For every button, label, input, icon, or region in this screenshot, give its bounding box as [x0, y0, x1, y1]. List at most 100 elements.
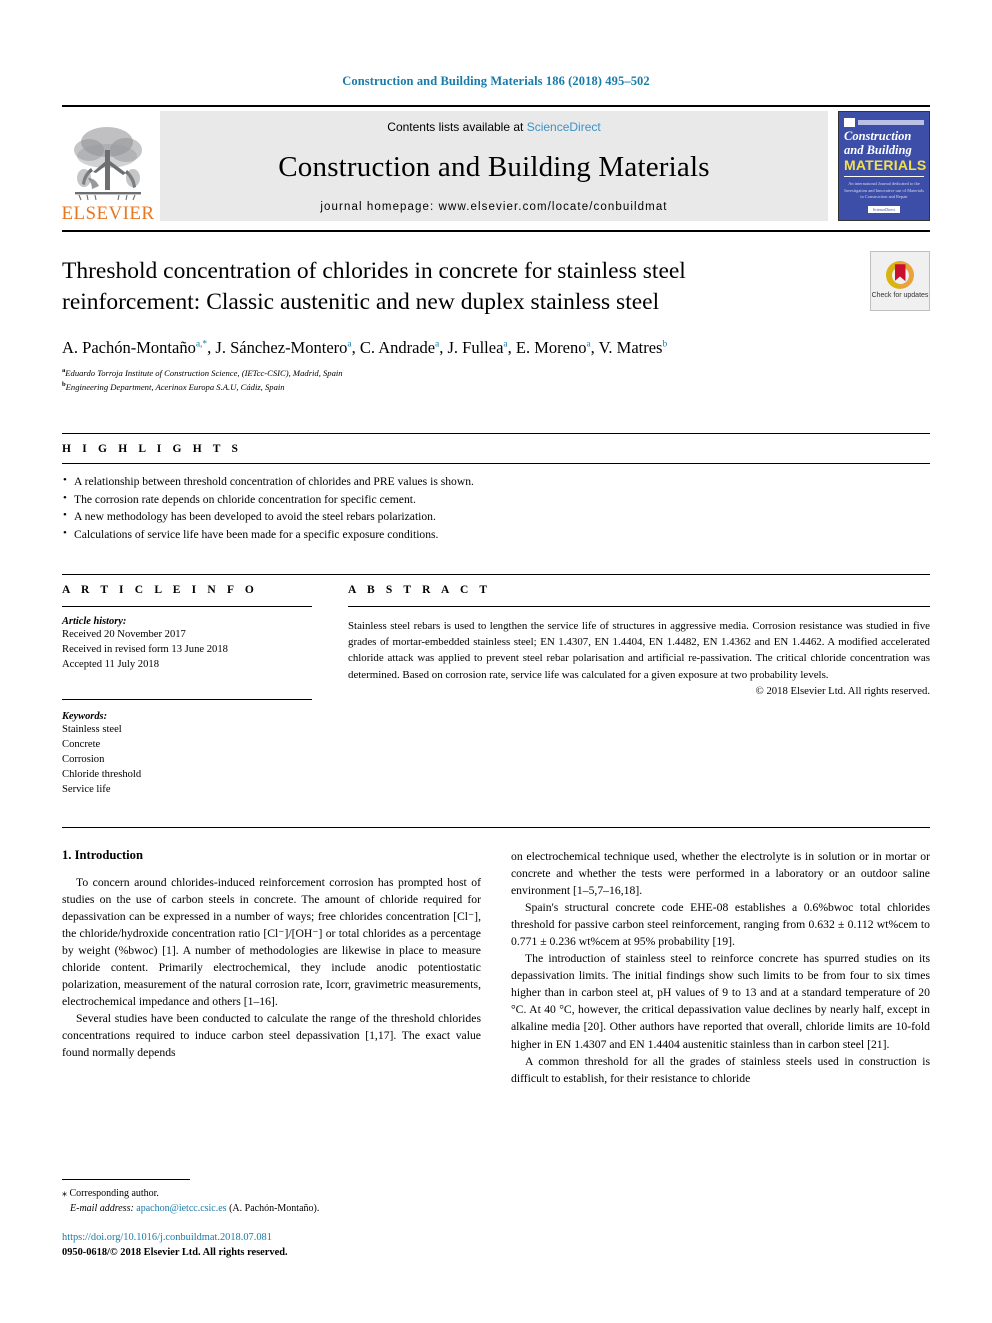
- author-item: A. Pachón-Montañoa,*: [62, 338, 207, 357]
- abstract-text: Stainless steel rebars is used to length…: [348, 620, 930, 681]
- elsevier-tree-icon: [74, 127, 142, 201]
- cover-blurb: An international Journal dedicated to th…: [844, 181, 924, 200]
- crossmark-flag-icon: [894, 264, 906, 282]
- journal-masthead: ELSEVIER Contents lists available at Sci…: [62, 105, 930, 225]
- footnote-divider: [62, 1178, 190, 1180]
- info-abstract-section: A R T I C L E I N F O Article history: R…: [62, 574, 930, 796]
- paragraph: Spain's structural concrete code EHE-08 …: [511, 900, 930, 949]
- author-item: E. Morenoa: [516, 338, 591, 357]
- author-item: J. Fulleaa: [447, 338, 507, 357]
- highlights-label: H I G H L I G H T S: [62, 442, 243, 455]
- title-area: Threshold concentration of chlorides in …: [62, 230, 930, 394]
- affiliation-text: Engineering Department, Acerinox Europa …: [65, 382, 285, 393]
- cover-footer: ScienceDirect: [839, 204, 929, 213]
- author-marks: a,*: [195, 339, 208, 350]
- journal-title: Construction and Building Materials: [278, 151, 710, 183]
- author-marks: a: [347, 339, 352, 350]
- list-item: Concrete: [62, 738, 101, 750]
- affiliation-item: bEngineering Department, Acerinox Europa…: [62, 380, 930, 394]
- list-item: Stainless steel: [62, 723, 122, 735]
- keywords-title: Keywords:: [62, 710, 108, 722]
- journal-cover-thumbnail: Construction and Building MATERIALS An i…: [838, 111, 930, 221]
- email-note: E-mail address: apachon@ietcc.csic.es (A…: [62, 1201, 472, 1216]
- affiliation-item: aEduardo Torroja Institute of Constructi…: [62, 366, 930, 380]
- page-title: Threshold concentration of chlorides in …: [62, 258, 686, 316]
- keywords-list: Stainless steel Concrete Corrosion Chlor…: [62, 722, 312, 797]
- abstract-label: A B S T R A C T: [348, 584, 492, 597]
- issn-copyright-line: 0950-0618/© 2018 Elsevier Ltd. All right…: [62, 1247, 288, 1259]
- email-suffix: (A. Pachón-Montaño).: [226, 1202, 320, 1214]
- page-footnote: ⁎ Corresponding author. E-mail address: …: [62, 1178, 472, 1261]
- list-item: Chloride threshold: [62, 768, 142, 780]
- list-item: A new methodology has been developed to …: [62, 507, 930, 526]
- author-name: J. Sánchez-Montero: [215, 338, 348, 358]
- list-item: A relationship between threshold concent…: [62, 472, 930, 491]
- article-info-divider: [62, 606, 312, 608]
- body-column-left: 1. Introduction To concern around chlori…: [62, 848, 481, 1087]
- author-name: J. Fullea: [447, 338, 504, 358]
- paragraph: Several studies have been conducted to c…: [62, 1012, 481, 1060]
- contents-available-line: Contents lists available at ScienceDirec…: [387, 120, 600, 134]
- author-item: V. Matresb: [599, 338, 668, 357]
- corresponding-author-note: ⁎ Corresponding author.: [62, 1187, 159, 1199]
- elsevier-logo: ELSEVIER: [62, 107, 154, 225]
- author-marks: a: [435, 339, 440, 350]
- list-item: Accepted 11 July 2018: [62, 659, 159, 671]
- email-link[interactable]: apachon@ietcc.csic.es: [136, 1203, 226, 1214]
- author-item: J. Sánchez-Monteroa: [215, 338, 351, 357]
- crossmark-ring-icon: [886, 261, 914, 290]
- journal-banner: Contents lists available at ScienceDirec…: [160, 111, 828, 221]
- paragraph: The introduction of stainless steel to r…: [511, 952, 930, 1051]
- list-item: The corrosion rate depends on chloride c…: [62, 490, 930, 509]
- list-item: Calculations of service life have been m…: [62, 525, 930, 544]
- list-item: Service life: [62, 783, 111, 795]
- running-head: Construction and Building Materials 186 …: [342, 74, 650, 88]
- cover-line-1: Construction: [844, 129, 912, 143]
- cover-footer-mark: ScienceDirect: [867, 206, 901, 213]
- author-marks: a: [503, 339, 508, 350]
- cover-bar: [858, 119, 924, 125]
- crossmark-badge[interactable]: Check for updates: [870, 251, 930, 311]
- list-item: Received 20 November 2017: [62, 629, 186, 641]
- cover-divider: [844, 176, 924, 178]
- author-item: C. Andradea: [360, 338, 439, 357]
- abstract-column: A B S T R A C T Stainless steel rebars i…: [348, 584, 930, 796]
- paragraph: on electrochemical technique used, wheth…: [511, 849, 930, 897]
- paper-page: Construction and Building Materials 186 …: [0, 0, 992, 1323]
- elsevier-wordmark: ELSEVIER: [61, 203, 155, 224]
- article-info-column: A R T I C L E I N F O Article history: R…: [62, 584, 312, 796]
- author-marks: a: [586, 339, 591, 350]
- email-label: E-mail address:: [70, 1202, 134, 1214]
- article-info-label: A R T I C L E I N F O: [62, 584, 258, 597]
- author-list: A. Pachón-Montañoa,*, J. Sánchez-Montero…: [62, 338, 668, 358]
- author-name: V. Matres: [598, 338, 663, 358]
- keywords-block: Keywords: Stainless steel Concrete Corro…: [62, 698, 312, 797]
- article-history-list: Received 20 November 2017 Received in re…: [62, 627, 312, 672]
- body-column-right: on electrochemical technique used, wheth…: [511, 848, 930, 1087]
- crossmark-label: Check for updates: [871, 292, 929, 300]
- journal-homepage-line[interactable]: journal homepage: www.elsevier.com/locat…: [320, 201, 667, 213]
- author-name: C. Andrade: [359, 338, 436, 358]
- abstract-divider: [348, 606, 930, 608]
- body-section: 1. Introduction To concern around chlori…: [62, 826, 930, 1087]
- section-heading-introduction: 1. Introduction: [62, 847, 143, 862]
- highlights-section: H I G H L I G H T S A relationship betwe…: [62, 432, 930, 544]
- cover-line-2: and Building: [844, 143, 912, 157]
- abstract-copyright: © 2018 Elsevier Ltd. All rights reserved…: [755, 684, 930, 697]
- affiliation-list: aEduardo Torroja Institute of Constructi…: [62, 366, 930, 394]
- sciencedirect-link[interactable]: ScienceDirect: [527, 120, 601, 134]
- contents-prefix: Contents lists available at: [387, 120, 527, 134]
- doi-link[interactable]: https://doi.org/10.1016/j.conbuildmat.20…: [62, 1230, 472, 1246]
- author-name: E. Moreno: [515, 338, 587, 358]
- cover-logo-square: [844, 117, 855, 127]
- cover-topbar: [844, 117, 924, 127]
- affiliation-text: Eduardo Torroja Institute of Constructio…: [65, 368, 343, 379]
- list-item: Corrosion: [62, 753, 105, 765]
- author-marks: b: [662, 339, 668, 350]
- paragraph: To concern around chlorides-induced rein…: [62, 875, 481, 1009]
- article-history-title: Article history:: [62, 616, 127, 628]
- paragraph: A common threshold for all the grades of…: [511, 1054, 930, 1085]
- author-name: A. Pachón-Montaño: [62, 338, 196, 358]
- cover-line-3: MATERIALS: [844, 157, 927, 173]
- highlights-list: A relationship between threshold concent…: [62, 472, 930, 544]
